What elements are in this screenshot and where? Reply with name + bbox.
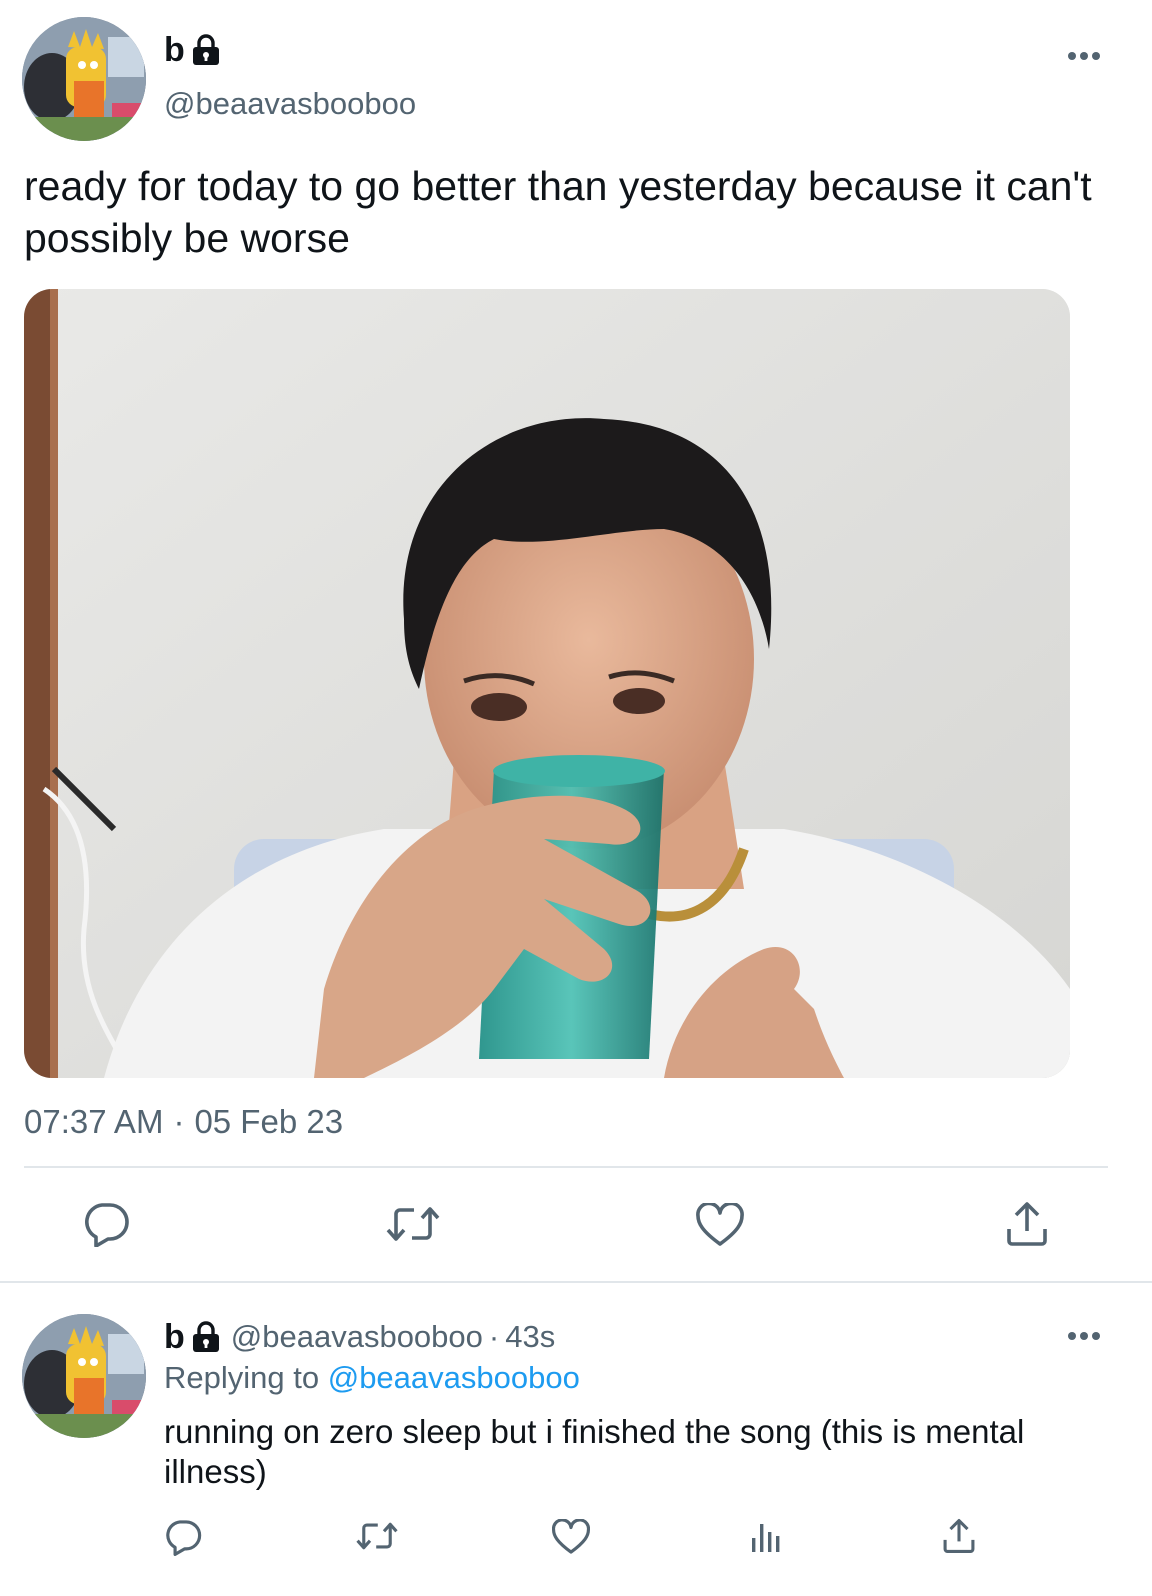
more-icon[interactable] (1067, 50, 1101, 62)
share-icon[interactable] (942, 1518, 976, 1554)
tweet-text: ready for today to go better than yester… (24, 163, 1092, 261)
reply-text: running on zero sleep but i finished the… (164, 1413, 1025, 1490)
tweet-time: 07:37 AM (24, 1103, 164, 1140)
author-name[interactable]: b (164, 33, 185, 67)
reply-avatar[interactable] (22, 1314, 146, 1438)
replying-to-line: Replying to @beaavasbooboo (164, 1360, 580, 1396)
reply-author-handle[interactable]: @beaavasbooboo (231, 1319, 483, 1355)
divider (0, 1281, 1152, 1283)
lock-icon (191, 34, 221, 66)
author-name-row: b (164, 33, 221, 67)
avatar-image (22, 17, 146, 141)
reply-icon[interactable] (164, 1518, 202, 1556)
retweet-icon[interactable] (356, 1520, 398, 1552)
tweet-photo[interactable] (24, 289, 1070, 1078)
lock-icon (191, 1321, 221, 1353)
reply-icon[interactable] (82, 1201, 130, 1247)
reply-header: b @beaavasbooboo · 43s (164, 1319, 555, 1355)
more-icon[interactable] (1067, 1330, 1101, 1342)
share-icon[interactable] (1005, 1201, 1049, 1247)
replying-to-label: Replying to (164, 1360, 320, 1395)
avatar-image (22, 1314, 146, 1438)
tweet-timestamp[interactable]: 07:37 AM · 05 Feb 23 (24, 1103, 343, 1141)
timestamp-separator: · (173, 1103, 185, 1140)
reply-age[interactable]: 43s (505, 1319, 555, 1355)
views-icon[interactable] (750, 1520, 782, 1554)
author-handle[interactable]: @beaavasbooboo (164, 86, 416, 122)
photo-image (24, 289, 1070, 1078)
like-icon[interactable] (552, 1519, 590, 1555)
divider (24, 1166, 1108, 1168)
replying-to-mention[interactable]: @beaavasbooboo (328, 1360, 580, 1395)
avatar[interactable] (22, 17, 146, 141)
reply-separator: · (488, 1319, 500, 1354)
reply-author-name[interactable]: b (164, 1320, 185, 1354)
tweet-date: 05 Feb 23 (194, 1103, 344, 1140)
retweet-icon[interactable] (386, 1204, 440, 1244)
like-icon[interactable] (696, 1203, 744, 1247)
